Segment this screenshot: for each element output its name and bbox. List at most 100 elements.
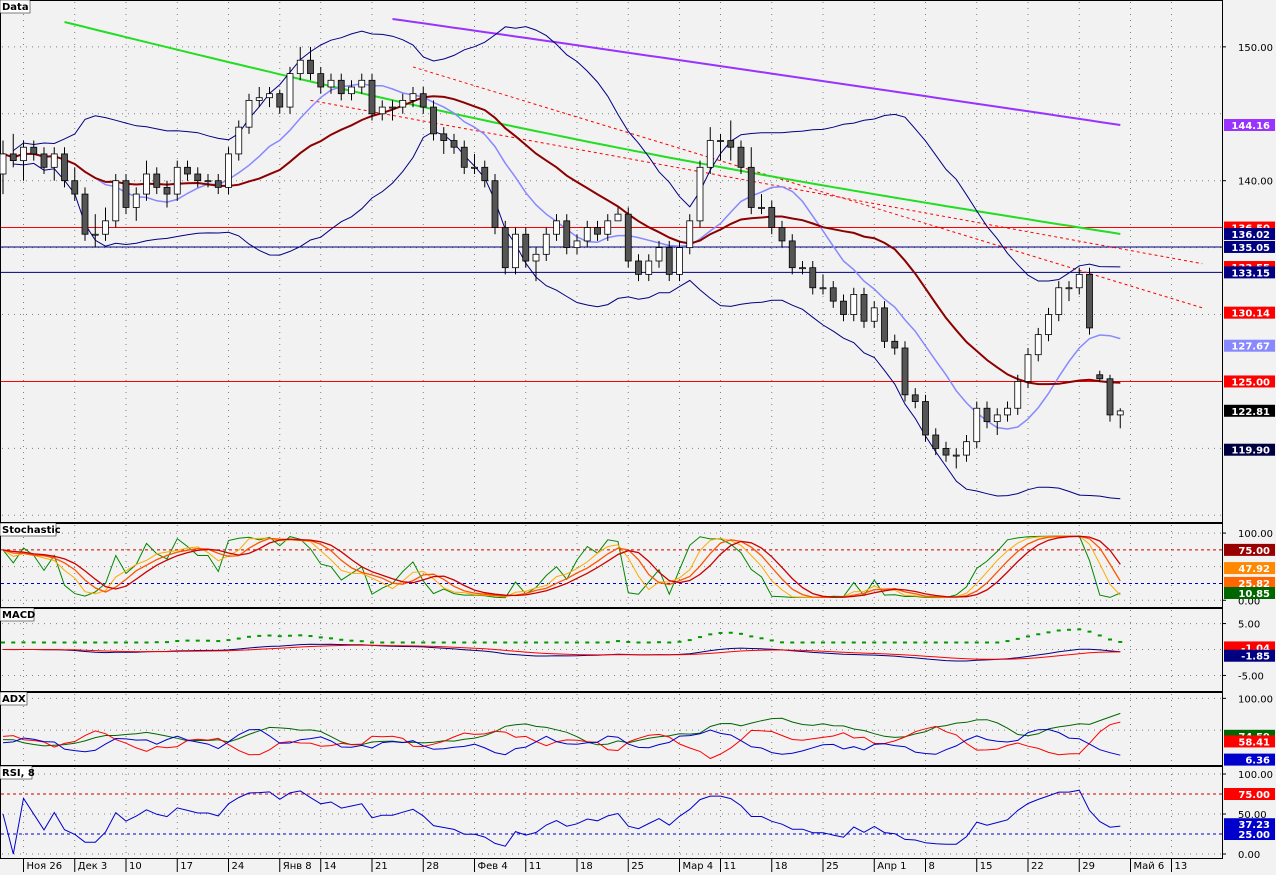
- candle-body: [276, 93, 284, 108]
- time-tick-label: Дек 3: [78, 861, 108, 872]
- candle-body: [583, 227, 591, 242]
- candle-body: [737, 146, 745, 168]
- candle-body: [901, 347, 909, 396]
- macd-panel-title: MACD: [2, 610, 35, 621]
- macd-histogram-bar: [11, 641, 16, 644]
- candle-body: [1096, 374, 1104, 380]
- candle-body: [307, 59, 314, 75]
- candle-body: [122, 180, 130, 208]
- macd-histogram-bar: [72, 641, 77, 644]
- macd-histogram-bar: [872, 641, 877, 644]
- candle-body: [645, 260, 653, 275]
- candle-body: [296, 59, 304, 75]
- time-tick-label: 10: [129, 861, 142, 872]
- candle-body: [952, 454, 960, 457]
- price-axis-label: 150.00: [1238, 43, 1273, 54]
- candle[interactable]: [512, 227, 519, 275]
- candle[interactable]: [225, 147, 232, 195]
- candle-body: [758, 207, 765, 209]
- price-badge-label: 119.90: [1231, 446, 1270, 457]
- candle-body: [942, 447, 950, 456]
- candle-body: [9, 153, 17, 162]
- macd-histogram-bar: [718, 631, 723, 634]
- rsi-badge-label: 25.00: [1238, 830, 1270, 841]
- macd-histogram-bar: [431, 641, 436, 644]
- candle-body: [911, 394, 919, 402]
- macd-histogram-bar: [400, 641, 405, 644]
- price-badge-label: 135.05: [1231, 243, 1270, 254]
- candle-body: [655, 247, 663, 262]
- macd-histogram-bar: [482, 641, 487, 644]
- candle-body: [399, 99, 407, 108]
- candle-body: [143, 173, 150, 195]
- candle-body: [337, 79, 345, 95]
- candle-body: [440, 133, 448, 141]
- macd-histogram-bar: [1097, 634, 1102, 637]
- candle[interactable]: [286, 66, 294, 114]
- candle[interactable]: [491, 174, 499, 235]
- candle-body: [358, 79, 366, 88]
- candle-body: [40, 153, 48, 168]
- macd-histogram-bar: [288, 634, 292, 637]
- time-tick-label: 13: [1175, 861, 1188, 872]
- candle[interactable]: [696, 160, 704, 228]
- candle-body: [624, 213, 632, 262]
- macd-histogram-bar: [933, 641, 938, 644]
- time-tick-label: 25: [826, 861, 839, 872]
- candle[interactable]: [624, 207, 632, 268]
- macd-histogram-bar: [564, 641, 569, 644]
- candle-body: [235, 126, 243, 155]
- macd-histogram-bar: [698, 636, 702, 639]
- macd-histogram-bar: [216, 640, 221, 643]
- candle-body: [594, 227, 601, 235]
- candle-body: [460, 146, 468, 168]
- candle-body: [829, 287, 837, 302]
- macd-histogram-bar: [113, 641, 118, 644]
- candle[interactable]: [81, 187, 89, 241]
- candle-body: [204, 180, 212, 183]
- candle-body: [983, 407, 991, 423]
- candle[interactable]: [1086, 267, 1093, 335]
- macd-histogram-bar: [226, 639, 231, 642]
- macd-histogram-bar: [728, 631, 733, 634]
- candle-body: [727, 140, 735, 148]
- candle-body: [225, 153, 232, 188]
- candle-body: [1024, 354, 1032, 382]
- macd-axis-label: 5.00: [1238, 620, 1260, 631]
- candle[interactable]: [901, 341, 909, 402]
- candle-body: [71, 180, 79, 195]
- macd-histogram-bar: [882, 641, 887, 644]
- stoch-axis-label: 100.00: [1238, 529, 1273, 540]
- price-panel-title: Data: [2, 2, 29, 13]
- macd-histogram-bar: [380, 641, 385, 644]
- time-tick-label: 25: [631, 861, 644, 872]
- price-badge-label: 125.00: [1231, 377, 1270, 388]
- candle[interactable]: [1106, 374, 1114, 422]
- candle-body: [245, 99, 253, 128]
- candle[interactable]: [112, 174, 120, 228]
- candle-body: [317, 73, 325, 88]
- macd-histogram-bar: [1067, 628, 1071, 631]
- candle[interactable]: [368, 73, 376, 121]
- macd-histogram-bar: [390, 641, 395, 644]
- candle[interactable]: [501, 220, 509, 275]
- macd-histogram-bar: [513, 641, 518, 644]
- macd-histogram-bar: [913, 641, 918, 644]
- macd-histogram-bar: [554, 641, 559, 644]
- stoch-badge-label: 10.85: [1238, 589, 1270, 600]
- candle-body: [747, 166, 755, 208]
- macd-histogram-bar: [359, 640, 364, 643]
- candle-body: [665, 247, 673, 275]
- macd-histogram-bar: [329, 637, 333, 640]
- time-tick-label: Янв 8: [283, 861, 312, 872]
- macd-histogram-bar: [370, 641, 374, 644]
- macd-histogram-bar: [503, 641, 508, 644]
- candle[interactable]: [973, 401, 981, 449]
- candle-body: [870, 307, 878, 322]
- candle[interactable]: [922, 394, 929, 442]
- macd-histogram-bar: [93, 641, 98, 644]
- macd-histogram-bar: [821, 641, 825, 644]
- candle[interactable]: [881, 301, 888, 348]
- trading-chart[interactable]: Data Stochastic MACD ADX RSI, 8 150.0014…: [0, 0, 1276, 872]
- macd-histogram-bar: [964, 641, 969, 644]
